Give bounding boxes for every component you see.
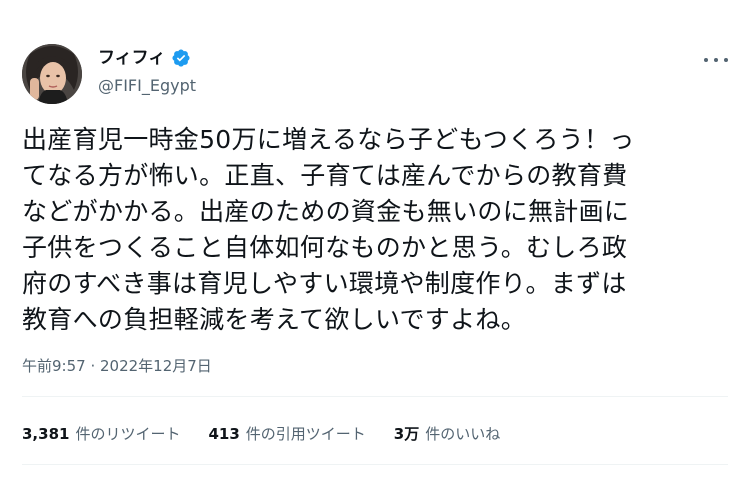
author-handle[interactable]: @FIFI_Egypt <box>98 76 196 96</box>
engagement-stats: 3,381 件のリツイート 413 件の引用ツイート 3万 件のいいね <box>22 424 500 444</box>
more-options-icon[interactable] <box>704 50 728 70</box>
author-display-name[interactable]: フィフィ <box>98 48 165 68</box>
tweet-card: フィフィ @FIFI_Egypt 出産育児一時金50万に増えるなら子どもつくろう… <box>0 0 750 500</box>
retweets-count: 3,381 <box>22 425 70 443</box>
likes-count: 3万 <box>393 425 420 443</box>
tweet-timestamp[interactable]: 午前9:57 · 2022年12月7日 <box>22 356 212 376</box>
more-dot <box>724 58 728 62</box>
likes-stat[interactable]: 3万 件のいいね <box>394 424 500 444</box>
tweet-text: 出産育児一時金50万に増えるなら子どもつくろう！っ てなる方が怖い。正直、子育て… <box>22 125 635 334</box>
avatar[interactable] <box>22 44 82 104</box>
divider <box>22 464 728 465</box>
retweets-label: 件のリツイート <box>75 425 181 443</box>
quotes-label: 件の引用ツイート <box>245 425 366 443</box>
verified-badge-icon <box>171 48 191 68</box>
quotes-count: 413 <box>208 425 240 443</box>
more-dot <box>704 58 708 62</box>
quotes-stat[interactable]: 413 件の引用ツイート <box>208 424 365 444</box>
author-name-row[interactable]: フィフィ <box>98 48 191 68</box>
more-dot <box>714 58 718 62</box>
retweets-stat[interactable]: 3,381 件のリツイート <box>22 424 180 444</box>
avatar-image <box>22 44 82 104</box>
likes-label: 件のいいね <box>425 425 501 443</box>
divider <box>22 396 728 397</box>
